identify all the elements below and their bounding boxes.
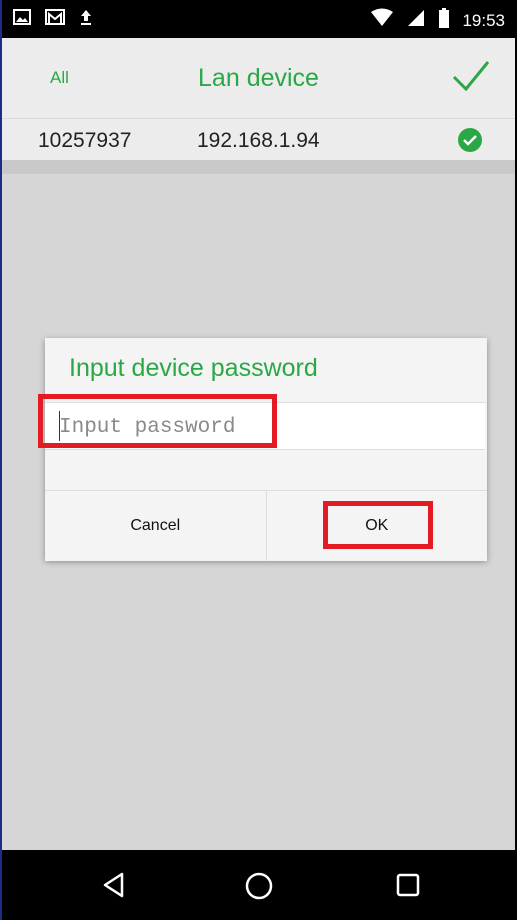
checkmark-icon[interactable] [451,58,491,99]
battery-icon [438,7,450,34]
navigation-bar [2,850,515,920]
wifi-icon [370,8,394,33]
list-divider [2,160,515,174]
device-ip: 192.168.1.94 [197,129,320,152]
gmail-icon [44,7,66,32]
back-icon[interactable] [101,871,127,904]
home-icon[interactable] [244,871,274,906]
password-input-highlight [38,394,277,448]
app-screen: All Lan device 10257937 192.168.1.94 Inp… [2,38,515,850]
ok-button-highlight [323,501,433,549]
recents-icon[interactable] [395,871,421,904]
status-bar: 19:53 [2,0,515,38]
device-id: 10257937 [38,129,132,152]
page-title: Lan device [198,64,319,92]
cancel-button[interactable]: Cancel [45,491,267,561]
phone-frame: 19:53 All Lan device 10257937 192.168.1.… [0,0,515,920]
device-row[interactable]: 10257937 192.168.1.94 [2,118,515,161]
image-icon [12,7,32,32]
check-circle-icon [457,127,483,158]
header: All Lan device [2,38,515,118]
upload-icon [78,7,94,32]
clock: 19:53 [462,10,505,30]
cell-signal-icon [406,8,426,33]
dialog-title: Input device password [69,354,318,382]
